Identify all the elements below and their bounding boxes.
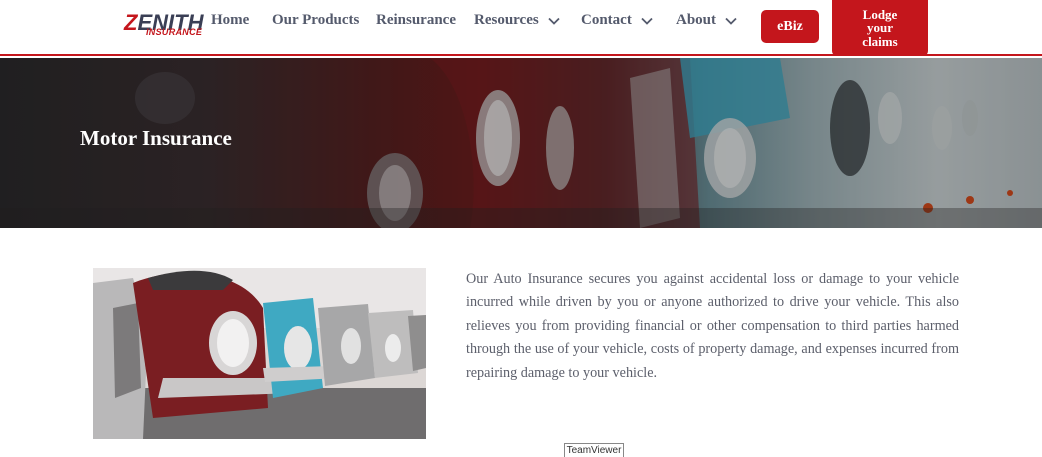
lodge-line-3: claims [862,33,898,49]
motor-insurance-photo [93,268,426,439]
nav-reinsurance[interactable]: Reinsurance [376,12,456,29]
cars-row-image [93,268,426,439]
hero-banner: Motor Insurance [0,58,1042,228]
page-title: Motor Insurance [80,126,232,150]
zenith-logo[interactable]: ZENITH INSURANCE [124,12,210,40]
lodge-claims-button[interactable]: Lodge your claims [832,0,928,56]
lodge-claims-label: Lodge your claims [862,8,897,49]
teamviewer-badge[interactable]: TeamViewer [564,443,624,457]
nav-about[interactable]: About [676,12,738,29]
logo-subtext: INSURANCE [146,27,203,37]
nav-our-products-label: Our Products [272,12,360,28]
nav-resources-label: Resources [474,12,539,28]
nav-about-label: About [676,12,717,28]
nav-home-label: Home [211,12,250,28]
nav-our-products[interactable]: Our Products [272,12,359,29]
nav-contact[interactable]: Contact [581,12,654,29]
nav-resources[interactable]: Resources [474,12,561,29]
site-header: ZENITH INSURANCE Home Our Products Reins… [0,0,1042,56]
motor-insurance-description: Our Auto Insurance secures you against a… [466,271,959,381]
chevron-down-icon [725,17,737,25]
chevron-down-icon [548,17,560,25]
nav-contact-label: Contact [581,12,632,28]
ebiz-button[interactable]: eBiz [761,10,819,43]
nav-home[interactable]: Home [211,12,249,29]
nav-reinsurance-label: Reinsurance [376,12,456,28]
chevron-down-icon [641,17,653,25]
